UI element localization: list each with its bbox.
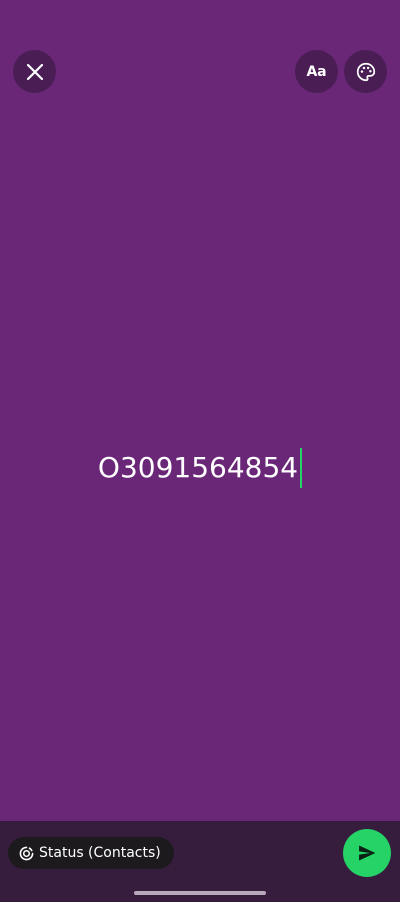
- close-button[interactable]: [13, 50, 56, 93]
- status-composer-screen: Aa O3091564854 Status (Contacts): [0, 0, 400, 902]
- home-indicator[interactable]: [134, 891, 266, 895]
- close-icon: [26, 63, 43, 80]
- color-palette-button[interactable]: [344, 50, 387, 93]
- status-audience-label: Status (Contacts): [39, 845, 161, 861]
- font-style-button[interactable]: Aa: [295, 50, 338, 93]
- text-cursor: [300, 448, 303, 488]
- send-icon: [359, 845, 376, 861]
- status-text-area[interactable]: O3091564854: [0, 448, 400, 488]
- status-text: O3091564854: [97, 451, 299, 484]
- status-ring-icon: [18, 845, 34, 861]
- send-button[interactable]: [343, 829, 391, 877]
- status-audience-button[interactable]: Status (Contacts): [8, 837, 174, 869]
- palette-icon: [356, 62, 375, 81]
- font-style-label: Aa: [306, 63, 327, 80]
